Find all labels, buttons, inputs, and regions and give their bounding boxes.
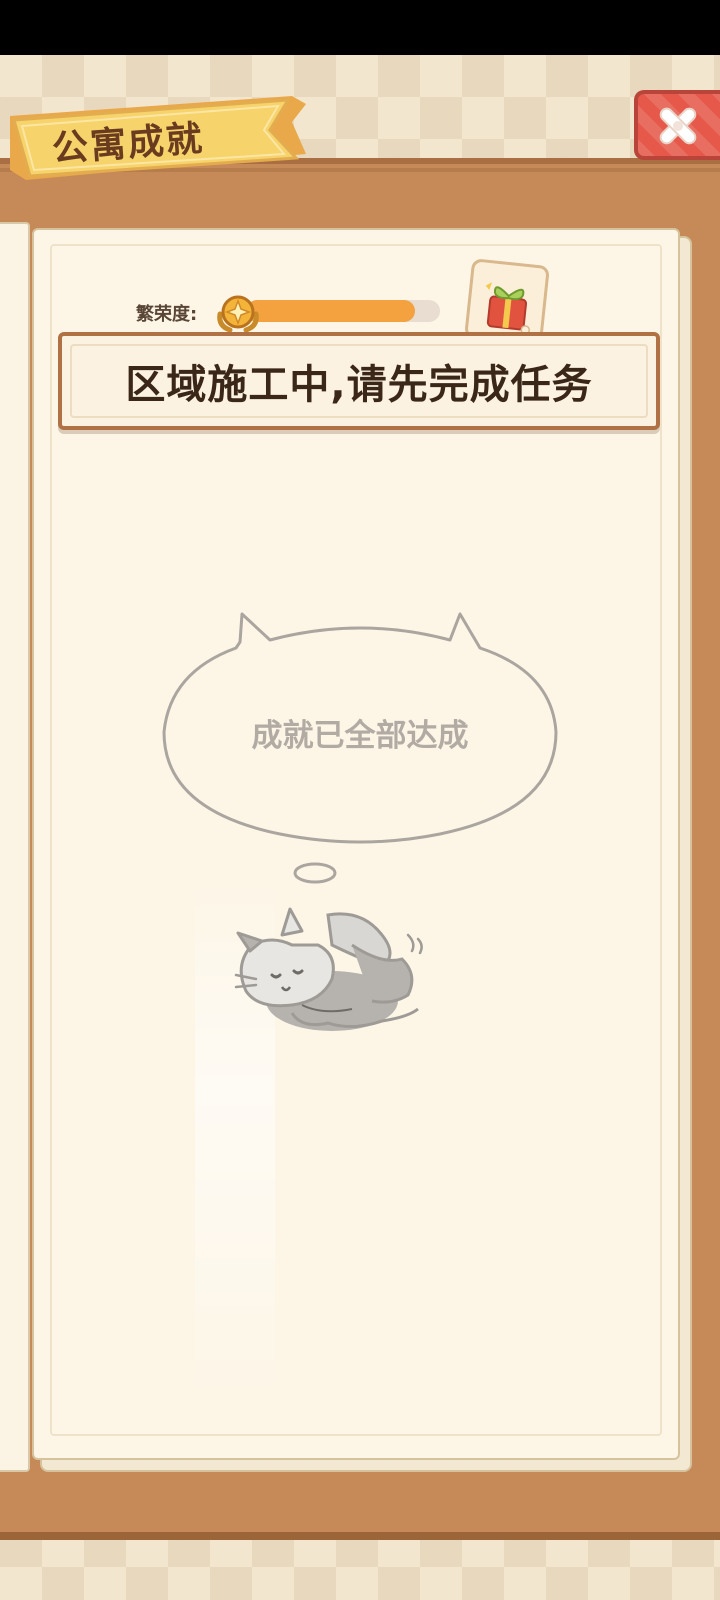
prosperity-label: 繁荣度: bbox=[136, 304, 198, 325]
book-left-page bbox=[0, 222, 30, 1472]
gift-box-icon bbox=[485, 282, 531, 335]
prosperity-progress-fill bbox=[246, 300, 415, 322]
laurel-badge-icon bbox=[217, 295, 259, 333]
all-achievements-complete-text: 成就已全部达成 bbox=[251, 718, 469, 754]
notice-text: 区域施工中,请先完成任务 bbox=[125, 362, 593, 408]
status-bar bbox=[0, 0, 720, 55]
page-title: 公寓成就 bbox=[50, 118, 206, 170]
close-icon bbox=[659, 107, 697, 145]
construction-notice: 区域施工中,请先完成任务 bbox=[58, 332, 660, 430]
thought-bubble-dot bbox=[293, 862, 337, 884]
prosperity-progress-bar bbox=[246, 300, 440, 322]
close-button[interactable] bbox=[634, 90, 720, 160]
sleeping-cat-icon bbox=[234, 907, 423, 1031]
achievement-screen: 公寓成就 繁荣度: 区域施工中,请先完成任务 成就已全部达成 bbox=[0, 0, 720, 1600]
